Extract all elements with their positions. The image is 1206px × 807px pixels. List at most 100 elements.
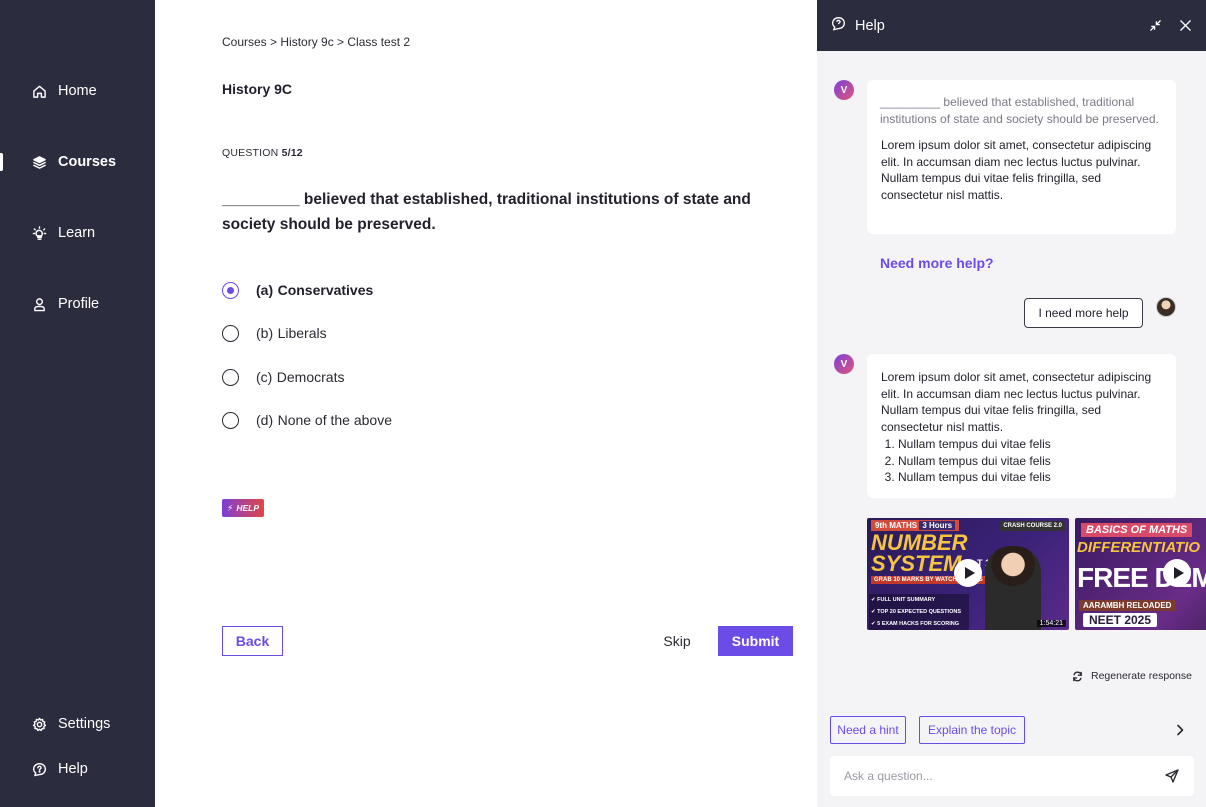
play-icon[interactable] (954, 559, 982, 587)
skip-button[interactable]: Skip (655, 626, 699, 656)
radio-unselected[interactable] (222, 411, 239, 429)
sidebar-item-label: Settings (58, 716, 111, 732)
explain-topic-chip[interactable]: Explain the topic (919, 716, 1025, 744)
option-key: (b) (256, 325, 274, 341)
list-item: Nullam tempus dui vitae felis (898, 469, 1163, 486)
question-counter-prefix: QUESTION (222, 147, 279, 159)
need-a-hint-chip[interactable]: Need a hint (830, 716, 906, 744)
option-c[interactable]: (c) Democrats (222, 366, 344, 388)
sidebar-item-label: Courses (58, 154, 117, 170)
radio-selected[interactable] (222, 281, 239, 299)
video-bullet: ✔ FULL UNIT SUMMARY (869, 594, 969, 606)
help-badge-button[interactable]: ⚡ HELP (222, 499, 264, 517)
bot-avatar: V (834, 80, 854, 100)
video-duration: 1:54:21 (1036, 620, 1066, 627)
user-message: I need more help (1024, 298, 1143, 328)
gear-icon (31, 716, 47, 732)
send-icon (1165, 769, 1179, 783)
bot-message-list: Nullam tempus dui vitae felis Nullam tem… (880, 436, 1163, 486)
presenter-image (985, 546, 1041, 630)
help-panel: Help V _________ believed that establish… (817, 0, 1206, 807)
video-title: DIFFERENTIATIO (1077, 539, 1201, 556)
video-tag-right: 3 Hours (919, 521, 956, 530)
user-avatar (1156, 297, 1176, 317)
lightning-icon: ⚡ (227, 502, 234, 513)
sidebar-item-home[interactable]: Home (0, 71, 155, 111)
regenerate-label: Regenerate response (1091, 670, 1192, 682)
sidebar-item-courses[interactable]: Courses (0, 142, 155, 182)
chevron-right-icon (1177, 724, 1184, 736)
video-bullet-text: 5 EXAM HACKS FOR SCORING 95%+ (877, 621, 960, 627)
sidebar-item-settings[interactable]: Settings (0, 704, 155, 744)
radio-unselected[interactable] (222, 324, 239, 342)
quoted-question: _________ believed that established, tra… (880, 95, 1159, 126)
help-panel-title: Help (855, 17, 885, 34)
sidebar-item-label: Profile (58, 296, 100, 312)
sidebar: Home Courses Learn Profile Settings Help (0, 0, 155, 807)
submit-button[interactable]: Submit (718, 626, 793, 656)
close-button[interactable] (1177, 17, 1193, 33)
video-badge: CRASH COURSE 2.0 (1000, 521, 1065, 531)
breadcrumb: Courses > History 9c > Class test 2 (222, 35, 411, 49)
radio-unselected[interactable] (222, 368, 239, 386)
video-thumbnail-differentiation[interactable]: BASICS OF MATHS DIFFERENTIATIO FREE DEMO… (1075, 518, 1206, 630)
option-key: (d) (256, 412, 274, 428)
layers-icon (31, 154, 47, 170)
help-chat-icon (831, 16, 846, 36)
need-more-help-link[interactable]: Need more help? (880, 255, 994, 271)
page-title: History 9C (222, 81, 293, 97)
video-bullets: ✔ FULL UNIT SUMMARY ✔ TOP 20 EXPECTED QU… (867, 594, 969, 630)
list-item: Nullam tempus dui vitae felis (898, 436, 1163, 453)
option-label: Liberals (277, 325, 327, 341)
video-subtitle: AARAMBH RELOADED (1079, 600, 1176, 611)
sidebar-item-profile[interactable]: Profile (0, 284, 155, 324)
refresh-icon (1073, 671, 1082, 681)
lightbulb-icon (31, 225, 47, 241)
sidebar-item-label: Home (58, 83, 97, 99)
video-bullet-text: FULL UNIT SUMMARY (877, 597, 936, 603)
video-bullet-text: TOP 20 EXPECTED QUESTIONS (877, 609, 961, 615)
play-icon[interactable] (1163, 559, 1191, 587)
help-chat-icon (31, 761, 47, 777)
sidebar-item-learn[interactable]: Learn (0, 213, 155, 253)
bot-message-text: Lorem ipsum dolor sit amet, consectetur … (881, 138, 1152, 203)
video-badge: NEET 2025 (1083, 613, 1158, 627)
video-bullet: ✔ TOP 20 EXPECTED QUESTIONS (869, 606, 969, 618)
video-thumbnail-number-system[interactable]: 9th MATHS 3 Hours CRASH COURSE 2.0 NUMBE… (867, 518, 1069, 630)
video-tag: BASICS OF MATHS (1081, 523, 1193, 537)
option-label: None of the above (277, 412, 392, 428)
option-key: (a) (256, 282, 274, 298)
video-bullet: ✔ 5 EXAM HACKS FOR SCORING 95%+ (869, 618, 969, 630)
sidebar-item-label: Learn (58, 225, 96, 241)
option-d[interactable]: (d) None of the above (222, 409, 392, 431)
sidebar-item-label: Help (58, 761, 88, 777)
option-a[interactable]: (a) Conservatives (222, 279, 373, 301)
sidebar-item-help[interactable]: Help (0, 749, 155, 789)
help-badge-label: HELP (236, 503, 259, 513)
send-button[interactable] (1164, 768, 1180, 784)
option-b[interactable]: (b) Liberals (222, 322, 327, 344)
back-button[interactable]: Back (222, 626, 283, 656)
help-panel-header: Help (817, 0, 1206, 51)
option-label: Democrats (276, 369, 345, 385)
chips-next-button[interactable] (1172, 722, 1188, 738)
regenerate-response-button[interactable]: Regenerate response (1072, 670, 1192, 682)
bot-message: Lorem ipsum dolor sit amet, consectetur … (867, 354, 1176, 498)
bot-message: _________ believed that established, tra… (867, 80, 1176, 234)
list-item: Nullam tempus dui vitae felis (898, 453, 1163, 470)
bot-message-text: Lorem ipsum dolor sit amet, consectetur … (881, 370, 1152, 435)
close-icon (1179, 19, 1191, 31)
minimize-icon (1149, 19, 1161, 31)
quiz-main: Courses > History 9c > Class test 2 Hist… (155, 0, 817, 807)
minimize-button[interactable] (1147, 17, 1163, 33)
question-text: _________ believed that established, tra… (222, 191, 751, 233)
video-tag-left: 9th MATHS (875, 521, 918, 530)
option-key: (c) (256, 369, 273, 385)
ask-question-input[interactable] (844, 769, 1164, 783)
bot-avatar: V (834, 354, 854, 374)
option-label: Conservatives (277, 282, 374, 298)
ask-question-box (830, 756, 1194, 796)
user-icon (31, 296, 47, 312)
question-counter: QUESTION 5/12 (222, 147, 303, 159)
question-counter-number: 5/12 (281, 147, 303, 159)
